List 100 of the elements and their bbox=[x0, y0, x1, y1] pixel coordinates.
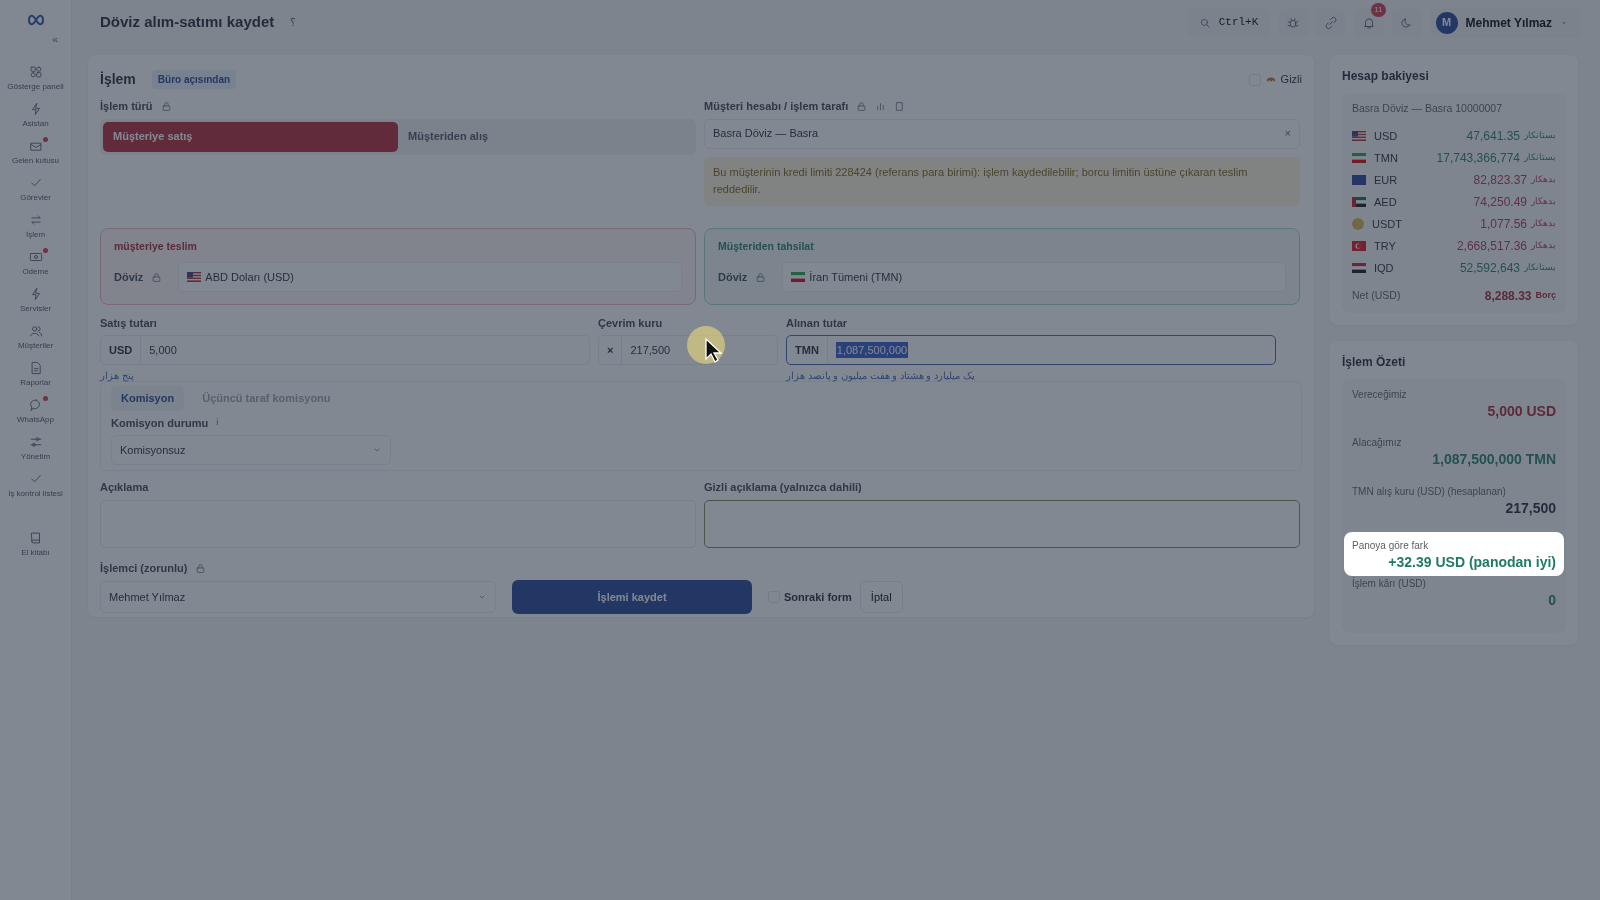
currency-code: TMN bbox=[1374, 150, 1398, 166]
amount-field[interactable]: × 217,500 bbox=[598, 335, 778, 366]
field-label: Döviz bbox=[114, 270, 144, 286]
lock-icon bbox=[151, 271, 163, 283]
coin-icon bbox=[1352, 217, 1364, 230]
balance-status: بدهکار bbox=[1531, 195, 1556, 208]
nav-icon bbox=[28, 434, 43, 449]
balance-status: بستانکار bbox=[1524, 151, 1556, 164]
balance-amount: 74,250.49 bbox=[1473, 193, 1527, 211]
tab[interactable]: Komisyon bbox=[111, 386, 185, 411]
warning-message: Bu müşterinin kredi limiti 228424 (referans para birimi): işlem kaydedilebilir; borcu limitin üstüne çıkaran teslim reddedilir. bbox=[704, 156, 1300, 206]
field-label: İşlemci (zorunlu) bbox=[100, 560, 188, 576]
currency-code: EUR bbox=[1374, 172, 1398, 188]
sidebar-item[interactable]: Asistan bbox=[0, 96, 71, 134]
currency-select[interactable]: İran Tümeni (TMN) bbox=[782, 262, 1286, 293]
field-label: Satış tutarı bbox=[100, 315, 157, 331]
balance-amount: 1,077.56 bbox=[1480, 215, 1527, 233]
lock-icon bbox=[856, 100, 868, 112]
commission-select[interactable]: Komisyonsuz bbox=[111, 435, 391, 466]
net-label: Net (USD) bbox=[1352, 287, 1401, 303]
field-label: Müşteri hesabı / işlem tarafı bbox=[704, 99, 849, 114]
save-button[interactable]: İşlemi kaydet bbox=[512, 580, 752, 615]
currency-code: USD bbox=[1374, 128, 1398, 144]
sidebar-item[interactable]: Raporlar bbox=[0, 355, 71, 393]
field-label: Çevrim kuru bbox=[598, 315, 663, 331]
currency-code: AED bbox=[1374, 194, 1397, 210]
chart-icon bbox=[875, 100, 887, 112]
flag-icon bbox=[1352, 240, 1366, 251]
lock-icon bbox=[195, 562, 207, 574]
panel-title: Müşteriden tahsilat bbox=[718, 238, 815, 254]
amount-field[interactable]: USD 5,000 bbox=[100, 335, 590, 366]
segment-tab[interactable]: Müşteriden alış bbox=[398, 121, 693, 152]
sidebar-item[interactable]: İşlem bbox=[0, 207, 71, 245]
flag-icon bbox=[1352, 262, 1366, 273]
flag-icon bbox=[187, 272, 202, 283]
page-title: Döviz alım-satımı kaydet bbox=[100, 12, 275, 33]
balance-amount: 2,668,517.36 bbox=[1456, 237, 1527, 255]
lock-icon bbox=[160, 100, 172, 112]
balance-status: بدهکار bbox=[1531, 239, 1556, 252]
sidebar-item[interactable]: İş kontrol listesi bbox=[0, 466, 71, 504]
document-icon bbox=[894, 100, 906, 112]
sidebar-item[interactable]: Gösterge paneli bbox=[0, 59, 71, 97]
summary-value: 0 bbox=[1547, 593, 1556, 609]
summary-value: 5,000 USD bbox=[1486, 403, 1556, 420]
card-title: Hesap bakiyesi bbox=[1342, 68, 1430, 85]
balance-amount: 47,641.35 bbox=[1466, 127, 1520, 145]
account-name: Basra Döviz — Basra 10000007 bbox=[1352, 101, 1503, 116]
bell-icon bbox=[1361, 15, 1376, 30]
tag: Büro açısından bbox=[151, 70, 237, 89]
checkbox-label: Gizli bbox=[1280, 72, 1302, 88]
customer-field[interactable]: Basra Döviz — Basra × bbox=[704, 118, 1300, 149]
balance-status: بستانکار bbox=[1524, 129, 1556, 142]
balance-status: بدهکار bbox=[1531, 217, 1556, 230]
notification-badge: 11 bbox=[1371, 2, 1386, 17]
section-title: İşlem bbox=[100, 70, 136, 89]
balance-status: بستانکار bbox=[1524, 261, 1556, 274]
summary-label: Panoya göre fark bbox=[1352, 538, 1430, 553]
sidebar-item[interactable]: Gelen kutusu bbox=[0, 133, 71, 171]
lock-icon bbox=[755, 271, 767, 283]
bug-icon bbox=[1285, 15, 1300, 30]
flag-icon bbox=[1352, 174, 1366, 185]
sidebar-item[interactable]: Odeme bbox=[0, 244, 71, 282]
text-area[interactable] bbox=[704, 499, 1300, 548]
sidebar-item[interactable]: El kitabı bbox=[0, 525, 71, 563]
net-status: Borç bbox=[1535, 289, 1556, 302]
summary-label: Alacağımız bbox=[1352, 436, 1403, 451]
search-icon bbox=[1198, 16, 1211, 29]
flag-icon bbox=[1352, 196, 1366, 207]
cursor-icon bbox=[686, 325, 728, 367]
field-label: Açıklama bbox=[100, 480, 149, 496]
balance-amount: 17,743,366,774 bbox=[1436, 149, 1520, 167]
flag-icon bbox=[791, 272, 806, 283]
summary-value: 217,500 bbox=[1504, 500, 1556, 516]
amount-field[interactable]: TMN 1,087,500,000 bbox=[786, 335, 1276, 366]
balance-amount: 82,823.37 bbox=[1473, 171, 1527, 189]
field-label: Komisyon durumu bbox=[111, 415, 209, 431]
summary-value: 1,087,500,000 TMN bbox=[1431, 452, 1556, 468]
sidebar-item[interactable]: Müşteriler bbox=[0, 318, 71, 356]
operator-select[interactable]: Mehmet Yılmaz bbox=[100, 581, 496, 614]
help-icon[interactable]: ؟ bbox=[290, 14, 297, 31]
sidebar-item[interactable]: WhatsApp bbox=[0, 392, 71, 430]
field-label: Alınan tutar bbox=[786, 315, 848, 331]
summary-label: Vereceğimiz bbox=[1352, 387, 1408, 402]
nav-icon bbox=[28, 530, 43, 545]
amount-in-words: پنج هزار bbox=[100, 369, 135, 384]
sidebar-item[interactable]: Görevler bbox=[0, 170, 71, 208]
collapse-button[interactable]: « bbox=[52, 31, 62, 48]
clear-button[interactable]: × bbox=[1284, 125, 1291, 142]
sidebar-item[interactable]: Servisler bbox=[0, 281, 71, 319]
field-label: Döviz bbox=[718, 270, 748, 286]
segment-tab[interactable]: Müşteriye satış bbox=[103, 121, 398, 152]
cancel-button[interactable]: İptal bbox=[859, 581, 903, 614]
sidebar-item[interactable]: Yönetim bbox=[0, 429, 71, 467]
currency-code: USDT bbox=[1372, 216, 1402, 232]
summary-label: İşlem kârı (USD) bbox=[1352, 576, 1427, 592]
nav-icon bbox=[28, 212, 43, 227]
flag-icon bbox=[1352, 130, 1366, 141]
field-label: İşlem türü bbox=[100, 99, 153, 114]
currency-select[interactable]: ABD Doları (USD) bbox=[178, 262, 682, 293]
summary-value: +32.39 USD (panodan iyi) bbox=[1387, 554, 1556, 571]
